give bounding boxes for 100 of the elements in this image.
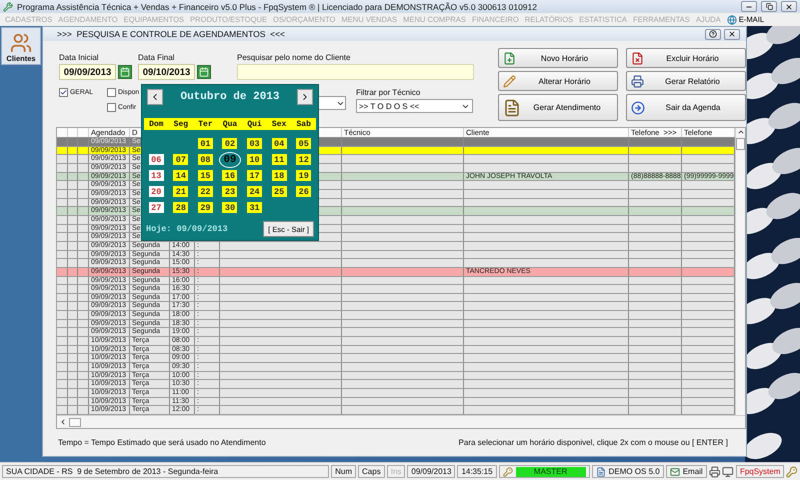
calendar-day[interactable]: 10 (247, 154, 262, 165)
calendar-day[interactable]: 31 (247, 202, 262, 213)
calendar-day[interactable]: 17 (247, 170, 262, 181)
close-button[interactable] (724, 28, 740, 40)
pencil-icon (503, 74, 516, 88)
printer-icon[interactable] (708, 466, 720, 478)
calendar-day[interactable]: 29 (198, 202, 213, 213)
window-title: Programa Assistência Técnica + Vendas + Financeiro v5.0 Plus - FpqSystem ® | Licenciado para DEMONSTRAÇÃO v5.0 300613 010912 (17, 2, 538, 12)
mail-icon (670, 466, 680, 476)
calendar-day[interactable]: 18 (272, 170, 287, 181)
calendar-day[interactable]: 27 (148, 202, 164, 213)
arrow-circle-icon (631, 100, 645, 114)
calendar-button[interactable] (197, 65, 211, 79)
next-month-button[interactable] (297, 89, 313, 105)
restore-icon (766, 3, 772, 10)
date-field[interactable]: 09/09/2013 (59, 64, 116, 80)
calendar-day[interactable]: 19 (296, 170, 312, 181)
key-icon (502, 466, 513, 476)
technician-dropdown[interactable]: >> T O D O S << (356, 99, 473, 113)
calendar-day[interactable]: 05 (296, 138, 312, 149)
delete-slot-button[interactable]: Excluir Horário (626, 48, 746, 68)
check-icon (60, 89, 67, 96)
vertical-scrollbar[interactable] (735, 128, 745, 415)
scroll-thumb[interactable] (736, 138, 745, 150)
calendar-day[interactable]: 22 (198, 186, 213, 197)
calendar-day[interactable]: 23 (222, 186, 238, 197)
weekday-label: Seg (172, 120, 190, 128)
calendar-day[interactable]: 12 (296, 154, 312, 165)
calendar-day[interactable]: 11 (272, 154, 287, 165)
calendar-day[interactable]: 28 (173, 202, 188, 213)
key-icon[interactable] (786, 466, 798, 478)
scroll-left-icon (59, 418, 67, 426)
weekday-label: Sex (270, 120, 288, 128)
status-field: Num (331, 465, 356, 478)
field-label: Data Final (138, 53, 176, 62)
field-label: Data Inicial (59, 53, 100, 62)
scroll-up-icon (736, 128, 744, 136)
weekday-label: Qui (246, 120, 263, 128)
status-field: Caps (358, 465, 385, 478)
status-field: 14:35:15 (457, 465, 497, 478)
help-button[interactable] (705, 28, 721, 40)
weekday-label: Ter (197, 120, 214, 128)
search-field[interactable] (237, 64, 474, 80)
calendar-day[interactable]: 01 (198, 138, 213, 149)
new-slot-button[interactable]: Novo Horário (498, 48, 618, 68)
status-field: 09/09/2013 (407, 465, 456, 478)
calendar-day[interactable]: 25 (272, 186, 287, 197)
wrench-icon (3, 2, 13, 12)
calendar-day[interactable]: 03 (247, 138, 262, 149)
horizontal-scrollbar[interactable] (57, 415, 745, 428)
calendar-day[interactable]: 14 (173, 170, 188, 181)
calendar-icon (199, 67, 209, 77)
calendar-day[interactable]: 30 (222, 202, 238, 213)
calendar-day[interactable]: 16 (222, 170, 238, 181)
weekday-label: Sab (296, 120, 312, 128)
user-badge: MASTER (516, 466, 586, 476)
close-button[interactable] (781, 1, 797, 12)
report-button[interactable]: Gerar Relatório (626, 71, 746, 91)
close-icon (728, 30, 736, 38)
calendar-day[interactable]: 20 (148, 186, 164, 197)
help-icon (709, 30, 717, 38)
globe-icon (726, 14, 737, 24)
edit-slot-button[interactable]: Alterar Horário (498, 71, 618, 91)
calendar-button[interactable] (118, 65, 132, 79)
calendar-day[interactable]: 24 (247, 186, 262, 197)
calendar-day[interactable]: 26 (296, 186, 312, 197)
delete-file-icon (631, 52, 644, 64)
email-label: Email (682, 467, 703, 476)
weekday-label: Qua (222, 120, 238, 128)
add-file-icon (503, 52, 516, 64)
monitor-icon[interactable] (722, 466, 734, 478)
printer-icon (631, 74, 644, 88)
document-icon (596, 466, 606, 476)
calendar-day[interactable]: 07 (173, 154, 188, 165)
previous-month-button[interactable] (147, 89, 163, 105)
calendar-day[interactable]: 21 (173, 186, 188, 197)
exit-button[interactable]: Sair da Agenda (626, 94, 746, 121)
status-field: FpqSystem (736, 465, 784, 478)
calendar-day[interactable]: 06 (148, 154, 164, 165)
document-icon (503, 98, 521, 116)
field-label: Pesquisar pelo nome do Cliente (237, 53, 352, 62)
calendar-day[interactable]: 02 (222, 138, 238, 149)
calendar-day[interactable]: 15 (198, 170, 213, 181)
email-button[interactable]: Email (666, 465, 707, 478)
hint-text: Para selecionar um horário disponivel, clique 2x com o mouse ou [ ENTER ] (458, 438, 728, 447)
date-field[interactable]: 09/10/2013 (138, 64, 195, 80)
service-button[interactable]: Gerar Atendimento (498, 94, 618, 121)
scroll-thumb[interactable] (69, 418, 81, 426)
calendar-icon (120, 67, 130, 77)
minimize-button[interactable] (741, 1, 757, 12)
calendar-day[interactable]: 09 (218, 152, 241, 168)
restore-button[interactable] (761, 1, 777, 12)
hint-text: Tempo = Tempo Estimado que será usado no Atendimento (58, 438, 266, 447)
calendar-day[interactable]: 04 (272, 138, 287, 149)
calendar-day[interactable]: 13 (148, 170, 164, 181)
field-label: Filtrar por Técnico (356, 88, 422, 97)
calendar-day[interactable]: 08 (198, 154, 213, 165)
weekday-label: Dom (148, 120, 164, 128)
people-icon (10, 32, 32, 54)
dropdown-value: >> T O D O S << (359, 102, 420, 110)
